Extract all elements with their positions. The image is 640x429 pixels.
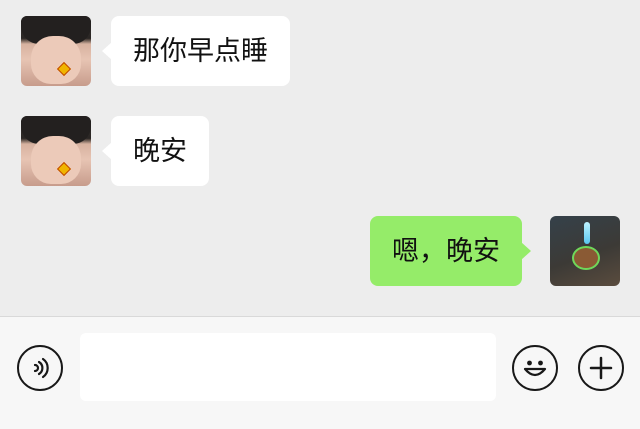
contact-avatar[interactable] [21,116,91,186]
message-text: 那你早点睡 [133,35,268,67]
chat-input-bar [0,316,640,429]
chat-message-list: 那你早点睡 晚安 嗯，晚安 [0,0,640,316]
incoming-message-bubble[interactable]: 晚安 [102,116,209,186]
voice-input-button[interactable] [17,345,63,391]
contact-avatar[interactable] [21,16,91,86]
smiley-icon [523,360,547,377]
more-functions-button[interactable] [578,345,624,391]
incoming-message-bubble[interactable]: 那你早点睡 [102,16,290,86]
message-text: 晚安 [133,135,187,167]
emoji-button[interactable] [512,345,558,391]
my-avatar[interactable] [550,216,620,286]
plus-circle-icon [589,356,613,380]
voice-wave-icon [33,357,49,379]
outgoing-message-bubble[interactable]: 嗯，晚安 [370,216,531,286]
message-input[interactable] [80,333,496,401]
message-text: 嗯，晚安 [392,235,500,267]
